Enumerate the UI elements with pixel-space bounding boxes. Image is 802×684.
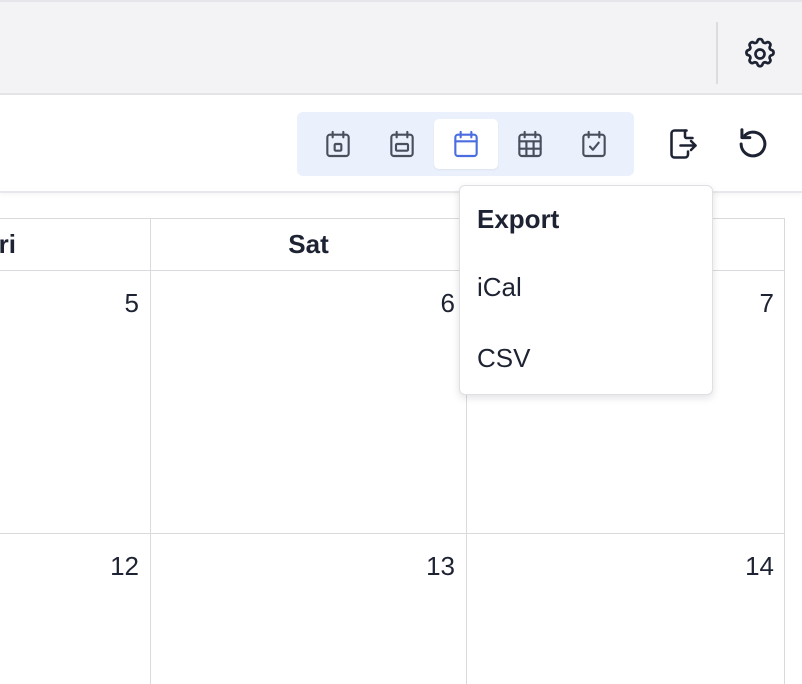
refresh-button[interactable]: [731, 122, 775, 166]
export-button[interactable]: [660, 122, 704, 166]
view-tasks-button[interactable]: [562, 119, 626, 169]
export-csv-option[interactable]: CSV: [460, 330, 712, 386]
view-week-button[interactable]: [370, 119, 434, 169]
view-day-button[interactable]: [306, 119, 370, 169]
grid-line: [150, 218, 151, 684]
calendar-check-icon: [582, 130, 606, 158]
calendar-toolbar: [0, 95, 802, 193]
date-cell-number[interactable]: 5: [125, 288, 139, 319]
calendar-day-icon: [326, 130, 350, 158]
date-cell-number[interactable]: 7: [760, 288, 774, 319]
settings-button[interactable]: [738, 32, 782, 76]
grid-line: [784, 218, 785, 684]
calendar-month-icon: [454, 130, 478, 158]
export-menu: Export iCal CSV: [459, 185, 713, 395]
topbar-divider: [716, 22, 718, 84]
view-grid-button[interactable]: [498, 119, 562, 169]
date-cell-number[interactable]: 13: [426, 551, 455, 582]
date-cell-number[interactable]: 14: [745, 551, 774, 582]
day-header-sat: Sat: [288, 228, 329, 259]
view-month-button[interactable]: [434, 119, 498, 169]
refresh-icon: [739, 128, 767, 158]
day-header-fri: Fri: [0, 228, 16, 259]
top-bar: [0, 0, 802, 95]
date-cell-number[interactable]: 12: [110, 551, 139, 582]
file-export-icon: [670, 129, 697, 159]
calendar-grid-icon: [518, 130, 542, 158]
date-cell-number[interactable]: 6: [441, 288, 455, 319]
view-switcher: [297, 112, 634, 176]
calendar-week-icon: [390, 130, 414, 158]
export-menu-title: Export: [477, 204, 560, 234]
calendar-page: Fri Sat Sun 5 6 7 12 13 14 Export iCal C…: [0, 0, 802, 684]
grid-line: [0, 533, 785, 534]
gear-icon: [745, 37, 775, 68]
export-ical-option[interactable]: iCal: [460, 259, 712, 315]
